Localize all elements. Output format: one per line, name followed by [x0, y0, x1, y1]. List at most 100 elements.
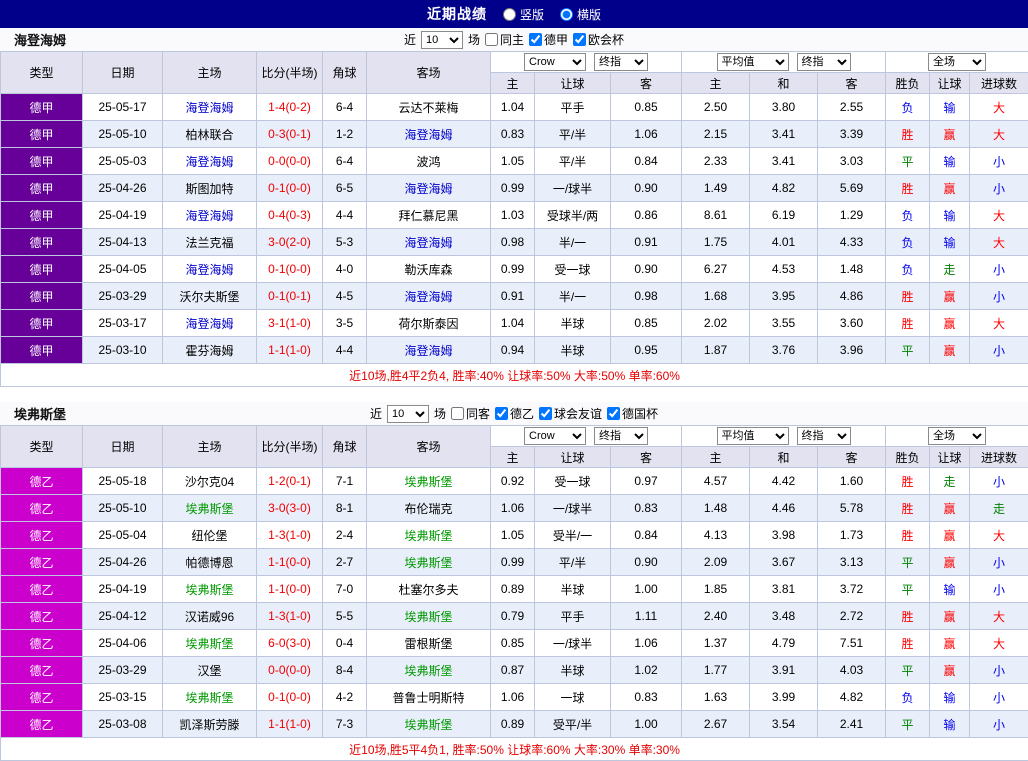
- handicap-line: 半球: [535, 657, 611, 684]
- home-team[interactable]: 埃弗斯堡: [163, 495, 257, 522]
- average-select[interactable]: 平均值: [717, 53, 789, 71]
- home-team[interactable]: 沃尔夫斯堡: [163, 283, 257, 310]
- result-outcome: 胜: [886, 630, 930, 657]
- home-team[interactable]: 埃弗斯堡: [163, 684, 257, 711]
- layout-option-vertical[interactable]: 竖版: [503, 6, 544, 23]
- home-team[interactable]: 埃弗斯堡: [163, 576, 257, 603]
- home-team[interactable]: 纽伦堡: [163, 522, 257, 549]
- odds-stage-select[interactable]: 终指: [594, 427, 648, 445]
- score[interactable]: 0-4(0-3): [257, 202, 323, 229]
- away-team[interactable]: 海登海姆: [367, 121, 491, 148]
- result-goals: 大: [970, 121, 1028, 148]
- layout-option-horizontal[interactable]: 横版: [560, 6, 601, 23]
- filter-checkbox-3[interactable]: 德国杯: [607, 405, 658, 422]
- score[interactable]: 0-1(0-0): [257, 175, 323, 202]
- home-team[interactable]: 海登海姆: [163, 310, 257, 337]
- checkbox-icon[interactable]: [607, 407, 620, 420]
- score[interactable]: 1-4(0-2): [257, 94, 323, 121]
- filter-checkbox-0[interactable]: 同客: [451, 405, 490, 422]
- horizontal-radio[interactable]: [560, 8, 573, 21]
- home-team[interactable]: 霍芬海姆: [163, 337, 257, 364]
- score[interactable]: 1-3(1-0): [257, 603, 323, 630]
- score[interactable]: 0-1(0-0): [257, 256, 323, 283]
- score[interactable]: 0-3(0-1): [257, 121, 323, 148]
- checkbox-icon[interactable]: [529, 33, 542, 46]
- away-team[interactable]: 云达不莱梅: [367, 94, 491, 121]
- score[interactable]: 0-0(0-0): [257, 148, 323, 175]
- home-team[interactable]: 汉诺威96: [163, 603, 257, 630]
- home-team[interactable]: 海登海姆: [163, 94, 257, 121]
- match-count-select[interactable]: 10: [387, 405, 429, 423]
- away-team[interactable]: 埃弗斯堡: [367, 468, 491, 495]
- avg-away-odds: 3.72: [818, 576, 886, 603]
- average-select[interactable]: 平均值: [717, 427, 789, 445]
- away-team[interactable]: 荷尔斯泰因: [367, 310, 491, 337]
- away-team[interactable]: 埃弗斯堡: [367, 657, 491, 684]
- score[interactable]: 3-1(1-0): [257, 310, 323, 337]
- odds-company-select[interactable]: Crow: [524, 53, 586, 71]
- filter-checkbox-1[interactable]: 德甲: [529, 31, 568, 48]
- away-team[interactable]: 雷根斯堡: [367, 630, 491, 657]
- away-team[interactable]: 海登海姆: [367, 175, 491, 202]
- score[interactable]: 1-1(0-0): [257, 576, 323, 603]
- away-team[interactable]: 勒沃库森: [367, 256, 491, 283]
- away-team[interactable]: 海登海姆: [367, 229, 491, 256]
- away-team[interactable]: 拜仁慕尼黑: [367, 202, 491, 229]
- vertical-radio[interactable]: [503, 8, 516, 21]
- handicap-line: 半/一: [535, 283, 611, 310]
- scope-select[interactable]: 全场: [928, 53, 986, 71]
- away-team[interactable]: 波鸿: [367, 148, 491, 175]
- home-team[interactable]: 帕德博恩: [163, 549, 257, 576]
- score[interactable]: 3-0(2-0): [257, 229, 323, 256]
- away-team[interactable]: 埃弗斯堡: [367, 711, 491, 738]
- result-handicap: 赢: [930, 603, 970, 630]
- away-team[interactable]: 普鲁士明斯特: [367, 684, 491, 711]
- home-team[interactable]: 海登海姆: [163, 148, 257, 175]
- away-team[interactable]: 埃弗斯堡: [367, 603, 491, 630]
- checkbox-icon[interactable]: [451, 407, 464, 420]
- score[interactable]: 1-1(1-0): [257, 337, 323, 364]
- away-team[interactable]: 布伦瑞克: [367, 495, 491, 522]
- home-team[interactable]: 斯图加特: [163, 175, 257, 202]
- result-handicap: 走: [930, 468, 970, 495]
- home-team[interactable]: 埃弗斯堡: [163, 630, 257, 657]
- home-team[interactable]: 法兰克福: [163, 229, 257, 256]
- away-team[interactable]: 埃弗斯堡: [367, 522, 491, 549]
- score[interactable]: 1-2(0-1): [257, 468, 323, 495]
- handicap-line: 受半/一: [535, 522, 611, 549]
- home-team[interactable]: 沙尔克04: [163, 468, 257, 495]
- checkbox-icon[interactable]: [573, 33, 586, 46]
- home-team[interactable]: 海登海姆: [163, 202, 257, 229]
- filter-checkbox-2[interactable]: 球会友谊: [539, 405, 602, 422]
- filter-checkbox-2[interactable]: 欧会杯: [573, 31, 624, 48]
- away-team[interactable]: 海登海姆: [367, 337, 491, 364]
- scope-select[interactable]: 全场: [928, 427, 986, 445]
- checkbox-icon[interactable]: [485, 33, 498, 46]
- odds-stage-select[interactable]: 终指: [594, 53, 648, 71]
- filter-checkbox-0[interactable]: 同主: [485, 31, 524, 48]
- home-team[interactable]: 柏林联合: [163, 121, 257, 148]
- average-stage-select[interactable]: 终指: [797, 53, 851, 71]
- score[interactable]: 1-1(1-0): [257, 711, 323, 738]
- score[interactable]: 1-3(1-0): [257, 522, 323, 549]
- filter-checkbox-1[interactable]: 德乙: [495, 405, 534, 422]
- average-stage-select[interactable]: 终指: [797, 427, 851, 445]
- checkbox-icon[interactable]: [495, 407, 508, 420]
- match-count-select[interactable]: 10: [421, 31, 463, 49]
- home-team[interactable]: 海登海姆: [163, 256, 257, 283]
- score[interactable]: 6-0(3-0): [257, 630, 323, 657]
- home-team[interactable]: 汉堡: [163, 657, 257, 684]
- score[interactable]: 0-1(0-0): [257, 684, 323, 711]
- score[interactable]: 3-0(3-0): [257, 495, 323, 522]
- avg-away-odds: 4.86: [818, 283, 886, 310]
- checkbox-icon[interactable]: [539, 407, 552, 420]
- score[interactable]: 1-1(0-0): [257, 549, 323, 576]
- home-team[interactable]: 凯泽斯劳滕: [163, 711, 257, 738]
- away-team[interactable]: 埃弗斯堡: [367, 549, 491, 576]
- away-team[interactable]: 海登海姆: [367, 283, 491, 310]
- result-goals: 小: [970, 711, 1028, 738]
- odds-company-select[interactable]: Crow: [524, 427, 586, 445]
- score[interactable]: 0-1(0-1): [257, 283, 323, 310]
- score[interactable]: 0-0(0-0): [257, 657, 323, 684]
- away-team[interactable]: 杜塞尔多夫: [367, 576, 491, 603]
